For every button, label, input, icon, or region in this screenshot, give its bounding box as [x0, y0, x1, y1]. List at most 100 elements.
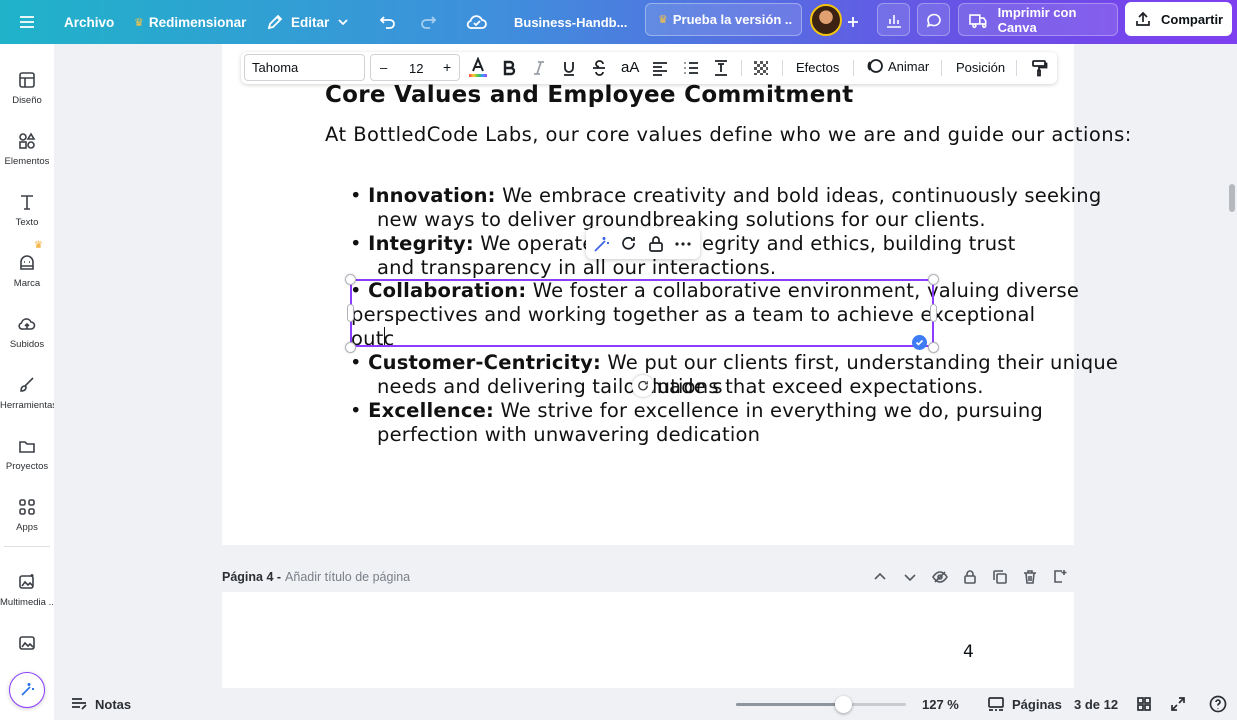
sidebar-item-diseno[interactable]: Diseño — [0, 53, 54, 113]
sidebar-item-apps[interactable]: Apps — [0, 480, 54, 540]
redimensionar-label: Redimensionar — [148, 14, 247, 30]
page-counter[interactable]: 3 de 12 — [1074, 697, 1118, 712]
redimensionar-button[interactable]: ♛ Redimensionar — [134, 0, 246, 44]
font-size-stepper[interactable]: – 12 + — [370, 54, 460, 81]
resize-handle[interactable] — [928, 342, 939, 353]
zoom-slider[interactable] — [736, 696, 906, 713]
intro-paragraph[interactable]: At BottledCode Labs, our core values def… — [325, 123, 1132, 146]
lock-page-icon[interactable] — [962, 569, 978, 585]
share-button[interactable]: Compartir — [1125, 2, 1232, 36]
resize-handle[interactable] — [345, 274, 356, 285]
selection-box[interactable] — [350, 279, 934, 347]
increase-size-button[interactable]: + — [443, 59, 451, 75]
bullet-text-cont[interactable]: and transparency in all our interactions… — [377, 256, 776, 279]
spacing-button[interactable] — [712, 59, 730, 77]
pages-button[interactable]: Páginas — [987, 696, 1062, 712]
hide-page-icon[interactable] — [932, 569, 948, 585]
help-icon[interactable] — [1209, 695, 1227, 713]
sidebar-item-elementos[interactable]: Elementos — [0, 114, 54, 174]
page-number[interactable]: 4 — [963, 642, 974, 662]
notes-icon — [72, 698, 87, 710]
grid-view-icon[interactable] — [1136, 696, 1152, 712]
bullet-text-cont[interactable]: lutions that exceed expectations. — [652, 375, 984, 398]
magic-assistant-button[interactable] — [9, 672, 45, 708]
sidebar-item-label: Multimedia ... — [0, 597, 54, 608]
cloud-sync-icon[interactable] — [466, 0, 488, 44]
sidebar-item-subidos[interactable]: Subidos — [0, 297, 54, 357]
page-4-actions — [872, 566, 1068, 588]
chevron-down-icon[interactable] — [902, 569, 918, 585]
transparency-button[interactable] — [752, 59, 770, 77]
redo-icon[interactable] — [418, 0, 438, 44]
align-button[interactable] — [651, 59, 669, 77]
editar-menu[interactable]: Editar — [266, 0, 349, 44]
apps-icon — [19, 499, 35, 515]
paint-roller-icon — [1032, 60, 1048, 77]
position-button[interactable]: Posición — [956, 60, 1005, 75]
toolbar-divider — [782, 60, 783, 76]
delete-page-icon[interactable] — [1022, 569, 1038, 585]
insights-button[interactable] — [877, 3, 910, 36]
bullet-innovation[interactable]: • Innovation: We embrace creativity and … — [350, 184, 1101, 207]
menu-icon[interactable] — [18, 0, 36, 44]
page-title-input[interactable]: Añadir título de página — [285, 570, 410, 584]
bullet-customer-centricity[interactable]: • Customer-Centricity: We put our client… — [350, 351, 1118, 374]
upload-icon — [1136, 11, 1150, 26]
italic-button[interactable] — [530, 59, 548, 77]
copy-style-button[interactable] — [1030, 59, 1048, 77]
bullet-text-cont[interactable]: perfection with unwavering dedication — [377, 423, 760, 446]
animate-button[interactable]: Animar — [866, 57, 929, 75]
trial-button[interactable]: ♛ Prueba la versión ... — [645, 3, 802, 36]
chevron-up-icon[interactable] — [872, 569, 888, 585]
sidebar-item-texto[interactable]: Texto — [0, 175, 54, 235]
notes-button[interactable]: Notas — [70, 696, 131, 712]
resize-handle[interactable] — [928, 274, 939, 285]
sidebar-item-proyectos[interactable]: Proyectos — [0, 419, 54, 479]
font-size-value[interactable]: 12 — [409, 61, 423, 76]
resize-handle[interactable] — [930, 304, 937, 322]
sidebar-item-multimedia[interactable]: Multimedia ... — [0, 555, 54, 615]
print-with-canva-button[interactable]: Imprimir con Canva — [958, 3, 1118, 36]
magic-write-icon[interactable] — [592, 234, 612, 254]
underline-button[interactable] — [560, 59, 578, 77]
add-collaborator-icon[interactable] — [846, 0, 860, 44]
text-color-button[interactable] — [469, 57, 487, 79]
strikethrough-button[interactable] — [590, 59, 608, 77]
add-page-icon[interactable] — [1052, 569, 1068, 585]
sidebar-item-image-app[interactable] — [0, 616, 54, 676]
lock-icon[interactable] — [646, 234, 666, 254]
duplicate-page-icon[interactable] — [992, 569, 1008, 585]
comments-button[interactable] — [917, 3, 950, 36]
bullet-excellence[interactable]: • Excellence: We strive for excellence i… — [350, 399, 1043, 422]
zoom-slider-handle[interactable] — [835, 696, 853, 713]
more-options-icon[interactable] — [673, 234, 693, 254]
effects-button[interactable]: Efectos — [796, 60, 839, 75]
rotate-icon[interactable] — [619, 234, 639, 254]
case-toggle-button[interactable]: aA — [621, 59, 639, 76]
fullscreen-icon[interactable] — [1170, 696, 1186, 712]
rotate-handle[interactable] — [632, 375, 654, 397]
bullet-term: Innovation: — [368, 184, 496, 207]
decrease-size-button[interactable]: – — [380, 60, 387, 75]
font-family-select[interactable]: Tahoma — [244, 54, 365, 81]
document-title[interactable]: Business-Handb... — [514, 0, 627, 44]
page-heading[interactable]: Core Values and Employee Commitment — [325, 82, 854, 108]
zoom-level[interactable]: 127 % — [922, 697, 959, 712]
bold-icon — [503, 60, 516, 76]
zoom-slider-fill — [736, 703, 844, 706]
sidebar-item-herramientas[interactable]: Herramientas — [0, 358, 54, 418]
sidebar-item-marca[interactable]: Marca ♛ — [0, 236, 54, 296]
top-bar: Archivo ♛ Redimensionar Editar Business-… — [0, 0, 1237, 44]
page-4-canvas[interactable]: 4 — [222, 592, 1074, 688]
list-button[interactable] — [682, 59, 700, 77]
undo-icon[interactable] — [378, 0, 398, 44]
pages-label: Páginas — [1012, 696, 1062, 712]
archivo-menu[interactable]: Archivo — [64, 0, 114, 44]
resize-handle[interactable] — [347, 304, 354, 322]
bullet-text[interactable]: egrity and ethics, building trust — [702, 232, 1016, 255]
bold-button[interactable] — [500, 59, 518, 77]
grammar-check-icon[interactable] — [912, 335, 927, 350]
resize-handle[interactable] — [345, 342, 356, 353]
scrollbar-thumb[interactable] — [1229, 184, 1235, 212]
avatar[interactable] — [810, 4, 842, 36]
